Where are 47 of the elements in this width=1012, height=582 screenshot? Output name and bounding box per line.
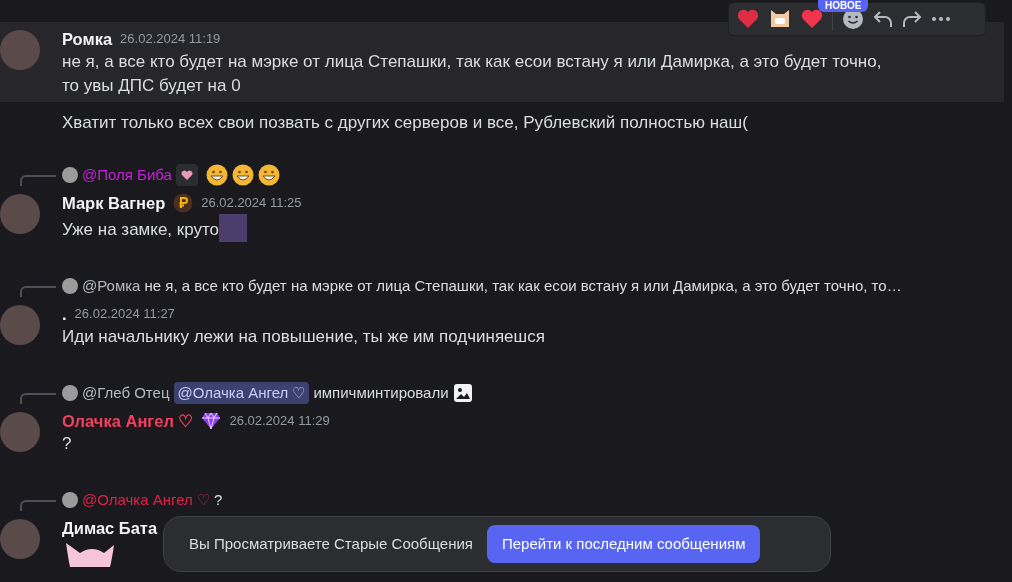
image-icon [452,383,473,403]
author-name[interactable]: Ромка [62,26,113,52]
forward-icon[interactable] [902,10,922,28]
reply-mention[interactable]: @Ромка [82,274,141,298]
author-name[interactable]: Марк Вагнер [62,190,166,216]
avatar[interactable] [0,519,40,559]
message-text: Иди начальнику лежи на повышение, ты же им подчиняешся [62,326,545,348]
avatar[interactable] [0,305,40,345]
timestamp: 26.02.2024 11:25 [201,194,302,213]
gem-badge-icon [201,412,222,430]
reply-mention[interactable]: @Поля Биба [82,163,172,187]
grinning-emoji-icon [257,164,280,186]
toast-text: Вы Просматриваете Старые Сообщения [189,533,473,554]
avatar[interactable] [0,30,40,70]
grinning-emoji-icon [205,164,228,186]
message-text: не я, а все кто будет на мэрке от лица Степашки, так как есои встану я или Дамирка, а это будет точно, то увы ДПС будет на 0 [62,51,883,97]
timestamp: 26.02.2024 11:27 [74,305,175,324]
reply-text: ? [213,489,223,510]
reply-mention[interactable]: @Глеб Отец [82,381,170,405]
heart-emoji-icon [175,164,198,186]
reply-text: импичминтировали [313,382,449,403]
heart-reaction-icon[interactable] [801,9,823,29]
avatar[interactable] [0,194,40,234]
heart-reaction-icon[interactable] [737,9,759,29]
coin-badge-icon [173,193,194,213]
message-text: ? [62,433,72,455]
reply-avatar [62,167,78,183]
reply-avatar [62,492,78,508]
sticker-placeholder [219,214,248,242]
reply-mention[interactable]: @Олачка Ангел ♡ [82,488,210,512]
reply-text: не я, а все кто будет на мэрке от лица Степашки, так как есои встану я или Дамирка, а это будет точно, то… [144,275,902,296]
author-name[interactable]: Олачка Ангел ♡ [62,408,194,434]
more-icon[interactable] [931,16,951,22]
avatar[interactable] [0,412,40,452]
grinning-emoji-icon [231,164,254,186]
mention-tag[interactable]: @Олачка Ангел ♡ [173,381,310,405]
message-text: Хватит только всех свои позвать с других серверов и все, Рублевский полностью наш( [61,112,749,134]
message-text: Уже на замке, круто [62,219,220,241]
author-name[interactable]: Димас Бата [62,515,158,541]
timestamp: 26.02.2024 11:19 [120,30,221,49]
jump-to-latest-button[interactable]: Перейти к последним сообщениям [486,525,761,563]
reply-avatar [62,385,78,401]
timestamp: 26.02.2024 11:29 [229,412,330,431]
author-name[interactable]: . [62,301,67,327]
reply-icon[interactable] [873,10,893,28]
reply-avatar [62,278,78,294]
new-badge: НОВОЕ [818,0,869,12]
